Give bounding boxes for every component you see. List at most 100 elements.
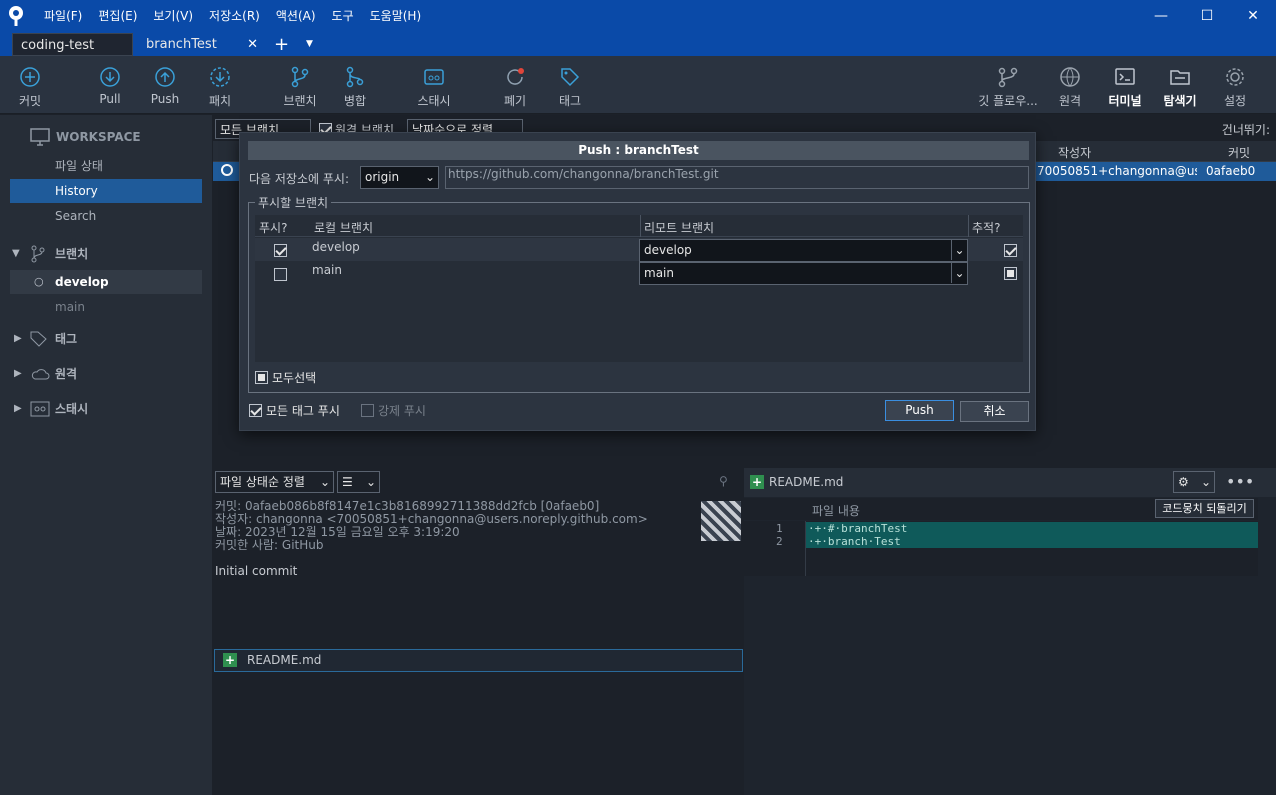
diff-header: + README.md ⚙ ⌄ ••• [744,468,1276,497]
select-all-label: 모두선택 [272,371,317,385]
repo-label: 다음 저장소에 푸시: [249,172,349,186]
sidebar-section-remotes[interactable]: ▶ 원격 [0,361,212,387]
search-icon[interactable]: ⚲ [719,474,728,488]
sidebar-item-file-status[interactable]: 파일 상태 [10,154,202,178]
sidebar-item-search[interactable]: Search [10,204,202,228]
more-options-icon[interactable]: ••• [1226,472,1254,491]
gitflow-icon [998,67,1018,88]
select-all-checkbox[interactable] [255,371,268,384]
patch-button[interactable]: 패치 [205,56,235,114]
settings-button[interactable]: 설정 [1221,56,1249,114]
diff-file-name: README.md [769,475,844,489]
chevron-right-icon: ▶ [14,368,22,379]
minimize-button[interactable]: — [1138,0,1184,32]
menu-actions[interactable]: 액션(A) [268,0,324,32]
pull-icon [100,67,120,87]
list-icon: ☰ [342,475,353,489]
workspace-header: WORKSPACE [30,128,141,146]
avatar [701,501,741,541]
remote-button[interactable]: 원격 [1056,56,1084,114]
menu-file[interactable]: 파일(F) [36,0,90,32]
menu-tools[interactable]: 도구 [324,0,362,32]
settings-label: 설정 [1223,94,1247,108]
close-button[interactable]: ✕ [1230,0,1276,32]
remote-branch-dropdown-develop[interactable]: develop ⌄ [639,239,968,262]
repo-dropdown[interactable]: origin ⌄ [360,166,439,189]
tags-label: 태그 [55,332,78,346]
table-row[interactable]: develop develop ⌄ [255,238,1023,262]
stash-button[interactable]: 스태시 [413,56,455,114]
menu-repository[interactable]: 저장소(R) [201,0,268,32]
force-push-toggle[interactable]: 강제 푸시 [361,402,426,419]
push-button[interactable]: Push [149,56,181,114]
push-tags-toggle[interactable]: 모든 태그 푸시 [249,402,340,419]
push-checkbox-main[interactable] [274,268,287,281]
added-file-icon: + [750,475,764,489]
title-bar: 파일(F) 편집(E) 보기(V) 저장소(R) 액션(A) 도구 도움말(H)… [0,0,1276,32]
push-tags-label: 모든 태그 푸시 [266,404,340,418]
track-checkbox-main[interactable] [1003,267,1017,280]
tab-close-icon[interactable]: ✕ [247,33,258,56]
gear-icon [1226,68,1244,86]
diff-options-dropdown[interactable]: ⚙ ⌄ [1173,471,1215,493]
cancel-button[interactable]: 취소 [960,401,1029,422]
menu-help[interactable]: 도움말(H) [362,0,430,32]
chevron-down-icon: ⌄ [1200,475,1212,489]
hunk-header: 파일 내용 코드뭉치 되돌리기 [744,498,1258,520]
push-branches-group: 푸시할 브랜치 푸시? 로컬 브랜치 리모트 브랜치 추적? develop d… [248,194,1030,393]
view-mode-dropdown[interactable]: ☰ ⌄ [337,471,380,493]
menu-view[interactable]: 보기(V) [145,0,201,32]
maximize-button[interactable]: ☐ [1184,0,1230,32]
chevron-down-icon: ▼ [12,248,20,259]
track-checkbox-develop[interactable] [1003,244,1017,257]
added-file-icon: + [223,653,237,667]
tab-dropdown-chevron-icon[interactable]: ▼ [298,33,318,56]
commit-info: 커밋: 0afaeb086b8f8147e1c3b8168992711388dd… [215,500,648,578]
sidebar-item-main[interactable]: main [10,295,202,319]
tab-branchtest[interactable]: branchTest ✕ [138,33,262,56]
merge-label: 병합 [343,94,367,108]
chevron-down-icon: ⌄ [951,263,967,283]
col-remote-header: 리모트 브랜치 [644,221,715,235]
list-item[interactable]: + README.md [214,649,743,672]
col-track-header: 추적? [972,221,1001,235]
menu-edit[interactable]: 편집(E) [90,0,145,32]
push-checkbox-develop[interactable] [274,244,287,257]
new-tab-plus-icon[interactable]: + [266,33,290,56]
select-all-toggle[interactable]: 모두선택 [255,369,316,386]
sourcetree-logo-icon [0,0,32,32]
sidebar-item-develop[interactable]: ○ develop [10,270,202,294]
push-confirm-button[interactable]: Push [885,400,954,421]
line-text: ·+·branch·Test [808,535,901,548]
branch-develop-label: develop [55,275,109,289]
tab-coding-test[interactable]: coding-test [12,33,133,56]
sidebar-section-stashes[interactable]: ▶ 스태시 [0,396,212,422]
tag-button[interactable]: 태그 [556,56,584,114]
commit-button[interactable]: 커밋 [14,56,46,114]
gitflow-button[interactable]: 깃 플로우... [974,56,1042,114]
force-push-checkbox[interactable] [361,404,374,417]
repo-url-field[interactable]: https://github.com/changonna/branchTest.… [445,166,1029,189]
push-tags-checkbox[interactable] [249,404,262,417]
pull-button[interactable]: Pull [95,56,125,114]
sidebar-section-branches[interactable]: ▼ 브랜치 [0,241,212,267]
remote-branch-dropdown-main[interactable]: main ⌄ [639,262,968,285]
commit-message: Initial commit [215,564,298,578]
sidebar-section-tags[interactable]: ▶ 태그 [0,326,212,352]
terminal-button[interactable]: 터미널 [1106,56,1144,114]
table-row[interactable]: main main ⌄ [255,261,1023,285]
branch-button[interactable]: 브랜치 [281,56,319,114]
chevron-down-icon: ⌄ [319,475,331,489]
chevron-down-icon: ⌄ [424,170,436,184]
branches-table: 푸시? 로컬 브랜치 리모트 브랜치 추적? develop develop ⌄… [255,215,1023,362]
stash-icon [30,401,50,417]
terminal-icon [1115,68,1135,85]
sidebar-item-history[interactable]: History [10,179,202,203]
revert-hunk-button[interactable]: 코드뭉치 되돌리기 [1155,499,1254,518]
gear-icon: ⚙ [1178,475,1189,489]
explorer-button[interactable]: 탐색기 [1160,56,1200,114]
discard-button[interactable]: 폐기 [501,56,529,114]
col-push-header: 푸시? [259,221,288,235]
file-sort-dropdown[interactable]: 파일 상태순 정렬 ⌄ [215,471,334,493]
merge-button[interactable]: 병합 [340,56,370,114]
